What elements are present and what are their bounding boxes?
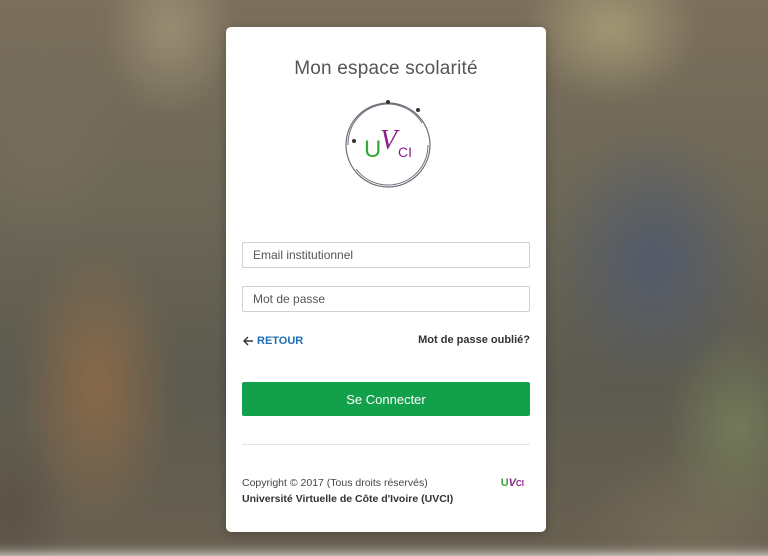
page-title: Mon espace scolarité — [294, 58, 478, 79]
login-card: Mon espace scolarité U V CI RETOUR Mot d… — [226, 27, 546, 532]
forgot-password-link[interactable]: Mot de passe oublié? — [418, 334, 530, 346]
email-field[interactable] — [242, 242, 530, 268]
divider — [242, 444, 530, 445]
mini-logo-u: U — [500, 477, 509, 489]
uvci-mini-logo: UVCI — [501, 477, 524, 489]
uvci-logo: U V CI — [342, 99, 434, 191]
arrow-left-icon — [243, 336, 253, 346]
org-name: Université Virtuelle de Côte d'Ivoire (U… — [242, 493, 454, 505]
logo-letter-v: V — [380, 125, 400, 156]
mini-logo-ci: CI — [516, 479, 524, 488]
logo-letters-ci: CI — [398, 144, 412, 160]
copyright-text: Copyright © 2017 (Tous droits réservés) — [242, 477, 428, 489]
back-link[interactable]: RETOUR — [242, 335, 303, 347]
logo-letter-u: U — [364, 136, 381, 163]
login-button[interactable]: Se Connecter — [242, 382, 530, 416]
uvci-logo-icon: U V CI — [345, 100, 431, 188]
back-label: RETOUR — [257, 335, 304, 347]
mini-logo-v: V — [508, 477, 516, 489]
copyright-block: Copyright © 2017 (Tous droits réservés) … — [242, 475, 453, 507]
password-field[interactable] — [242, 286, 530, 312]
